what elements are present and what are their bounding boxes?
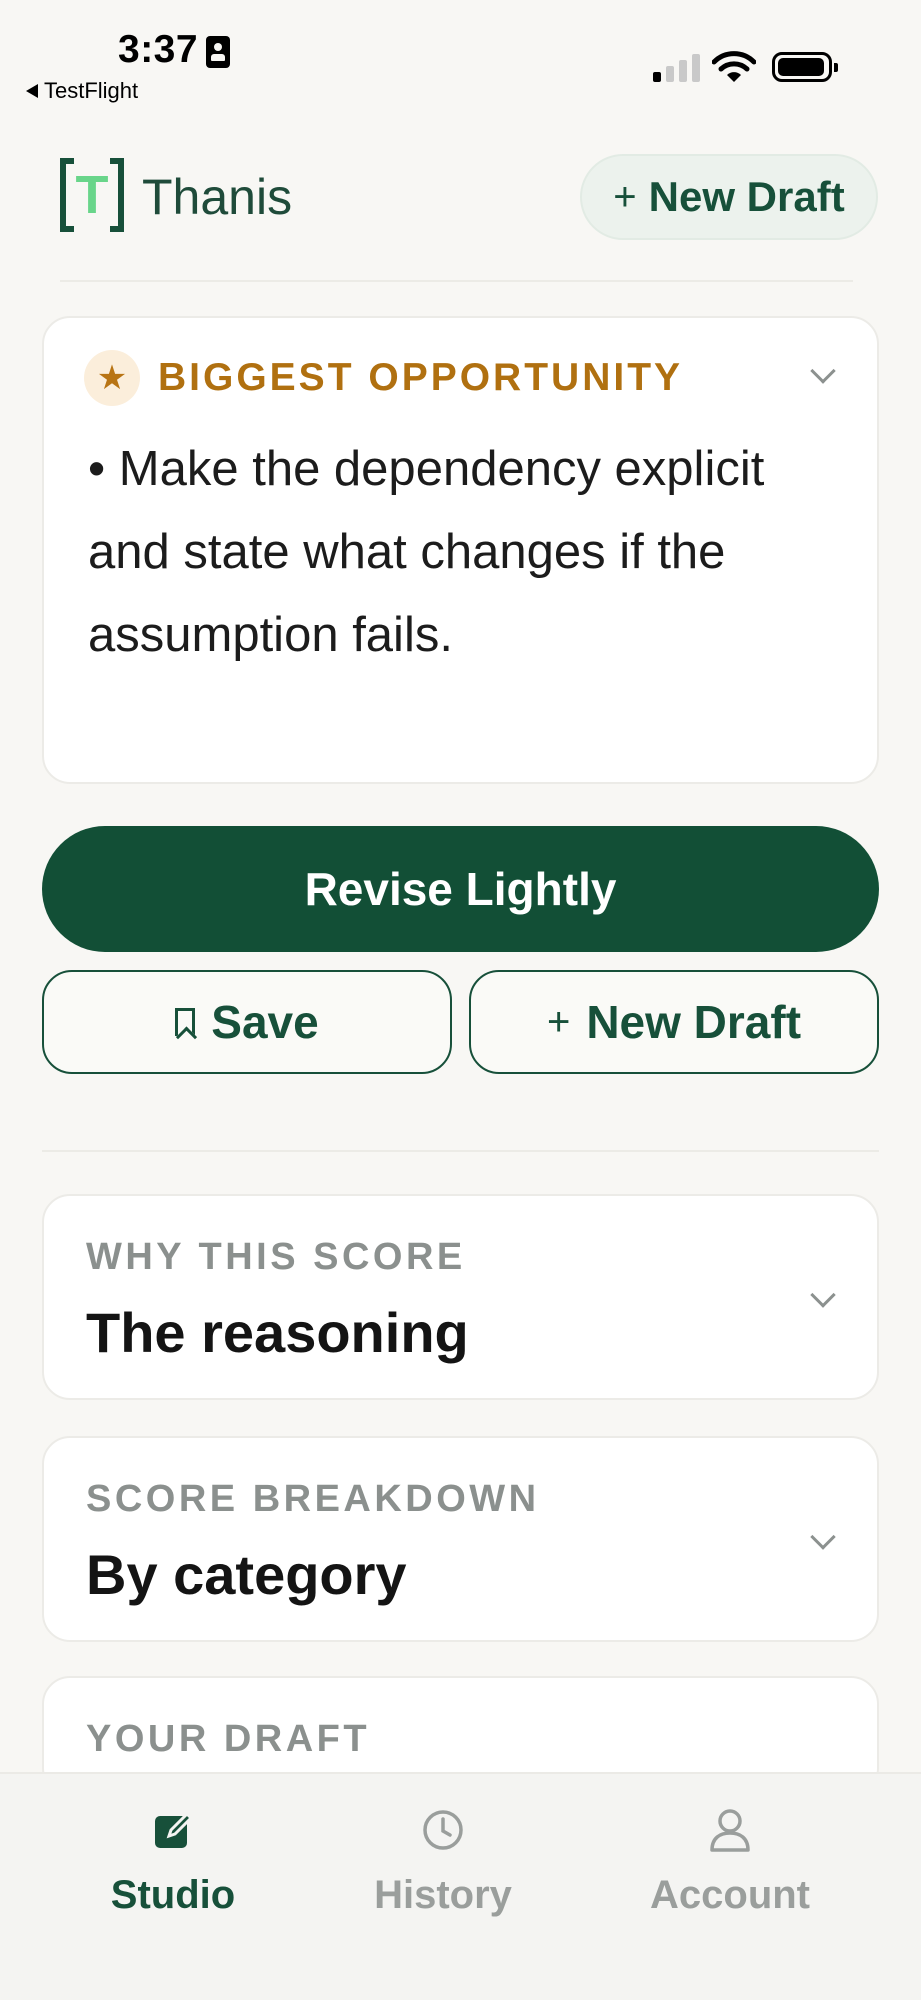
score-breakdown-card[interactable]: SCORE BREAKDOWN By category: [42, 1436, 879, 1642]
chevron-down-icon[interactable]: [810, 1524, 836, 1550]
status-bar: 3:37 TestFlight: [0, 0, 921, 110]
header-new-draft-label: New Draft: [648, 173, 845, 220]
contact-card-icon: [206, 36, 230, 68]
wifi-icon: [712, 51, 756, 82]
save-button[interactable]: Save: [42, 970, 452, 1074]
back-to-testflight-link[interactable]: TestFlight: [26, 78, 138, 104]
back-link-label: TestFlight: [44, 78, 139, 103]
app-header: T Thanis + New Draft: [0, 140, 921, 282]
logo-letter: T: [75, 165, 109, 225]
tab-history[interactable]: History: [323, 1804, 563, 1918]
opportunity-body: • Make the dependency explicit and state…: [88, 442, 765, 662]
biggest-opportunity-card[interactable]: ★ BIGGEST OPPORTUNITY • Make the depende…: [42, 316, 879, 784]
why-this-score-card[interactable]: WHY THIS SCORE The reasoning: [42, 1194, 879, 1400]
cellular-signal-icon: [653, 54, 701, 82]
header-new-draft-button[interactable]: + New Draft: [580, 154, 878, 240]
section-divider: [42, 1150, 879, 1152]
plus-icon: +: [613, 174, 637, 219]
bottom-tab-bar: Studio History Account: [0, 1772, 921, 2000]
person-icon: [710, 1809, 750, 1852]
tab-studio[interactable]: Studio: [53, 1804, 293, 1918]
chevron-down-icon[interactable]: [810, 1282, 836, 1308]
bookmark-icon: [175, 1008, 196, 1036]
tab-history-label: History: [374, 1873, 512, 1917]
chevron-down-icon[interactable]: [810, 358, 836, 384]
header-divider: [60, 280, 853, 282]
compose-icon: [155, 1811, 194, 1848]
status-time: 3:37: [118, 28, 199, 71]
opportunity-title: BIGGEST OPPORTUNITY: [158, 356, 684, 399]
app-name: Thanis: [142, 169, 293, 225]
tab-studio-label: Studio: [110, 1873, 236, 1917]
why-this-score-kicker: WHY THIS SCORE: [86, 1236, 466, 1278]
score-breakdown-title: By category: [86, 1543, 407, 1606]
new-draft-button[interactable]: + New Draft: [469, 970, 879, 1074]
your-draft-kicker: YOUR DRAFT: [86, 1718, 371, 1760]
revise-lightly-button[interactable]: Revise Lightly: [42, 826, 879, 952]
score-breakdown-kicker: SCORE BREAKDOWN: [86, 1478, 540, 1520]
why-this-score-title: The reasoning: [86, 1301, 469, 1364]
plus-icon: +: [546, 999, 571, 1044]
star-icon: ★: [84, 350, 140, 406]
tab-account[interactable]: Account: [610, 1804, 850, 1918]
thanis-logo-icon: T: [60, 158, 124, 232]
new-draft-label: New Draft: [586, 996, 802, 1048]
clock-icon: [423, 1810, 463, 1850]
save-label: Save: [211, 996, 319, 1048]
tab-account-label: Account: [650, 1873, 810, 1917]
battery-icon: [772, 52, 838, 82]
back-arrow-icon: [26, 84, 38, 98]
